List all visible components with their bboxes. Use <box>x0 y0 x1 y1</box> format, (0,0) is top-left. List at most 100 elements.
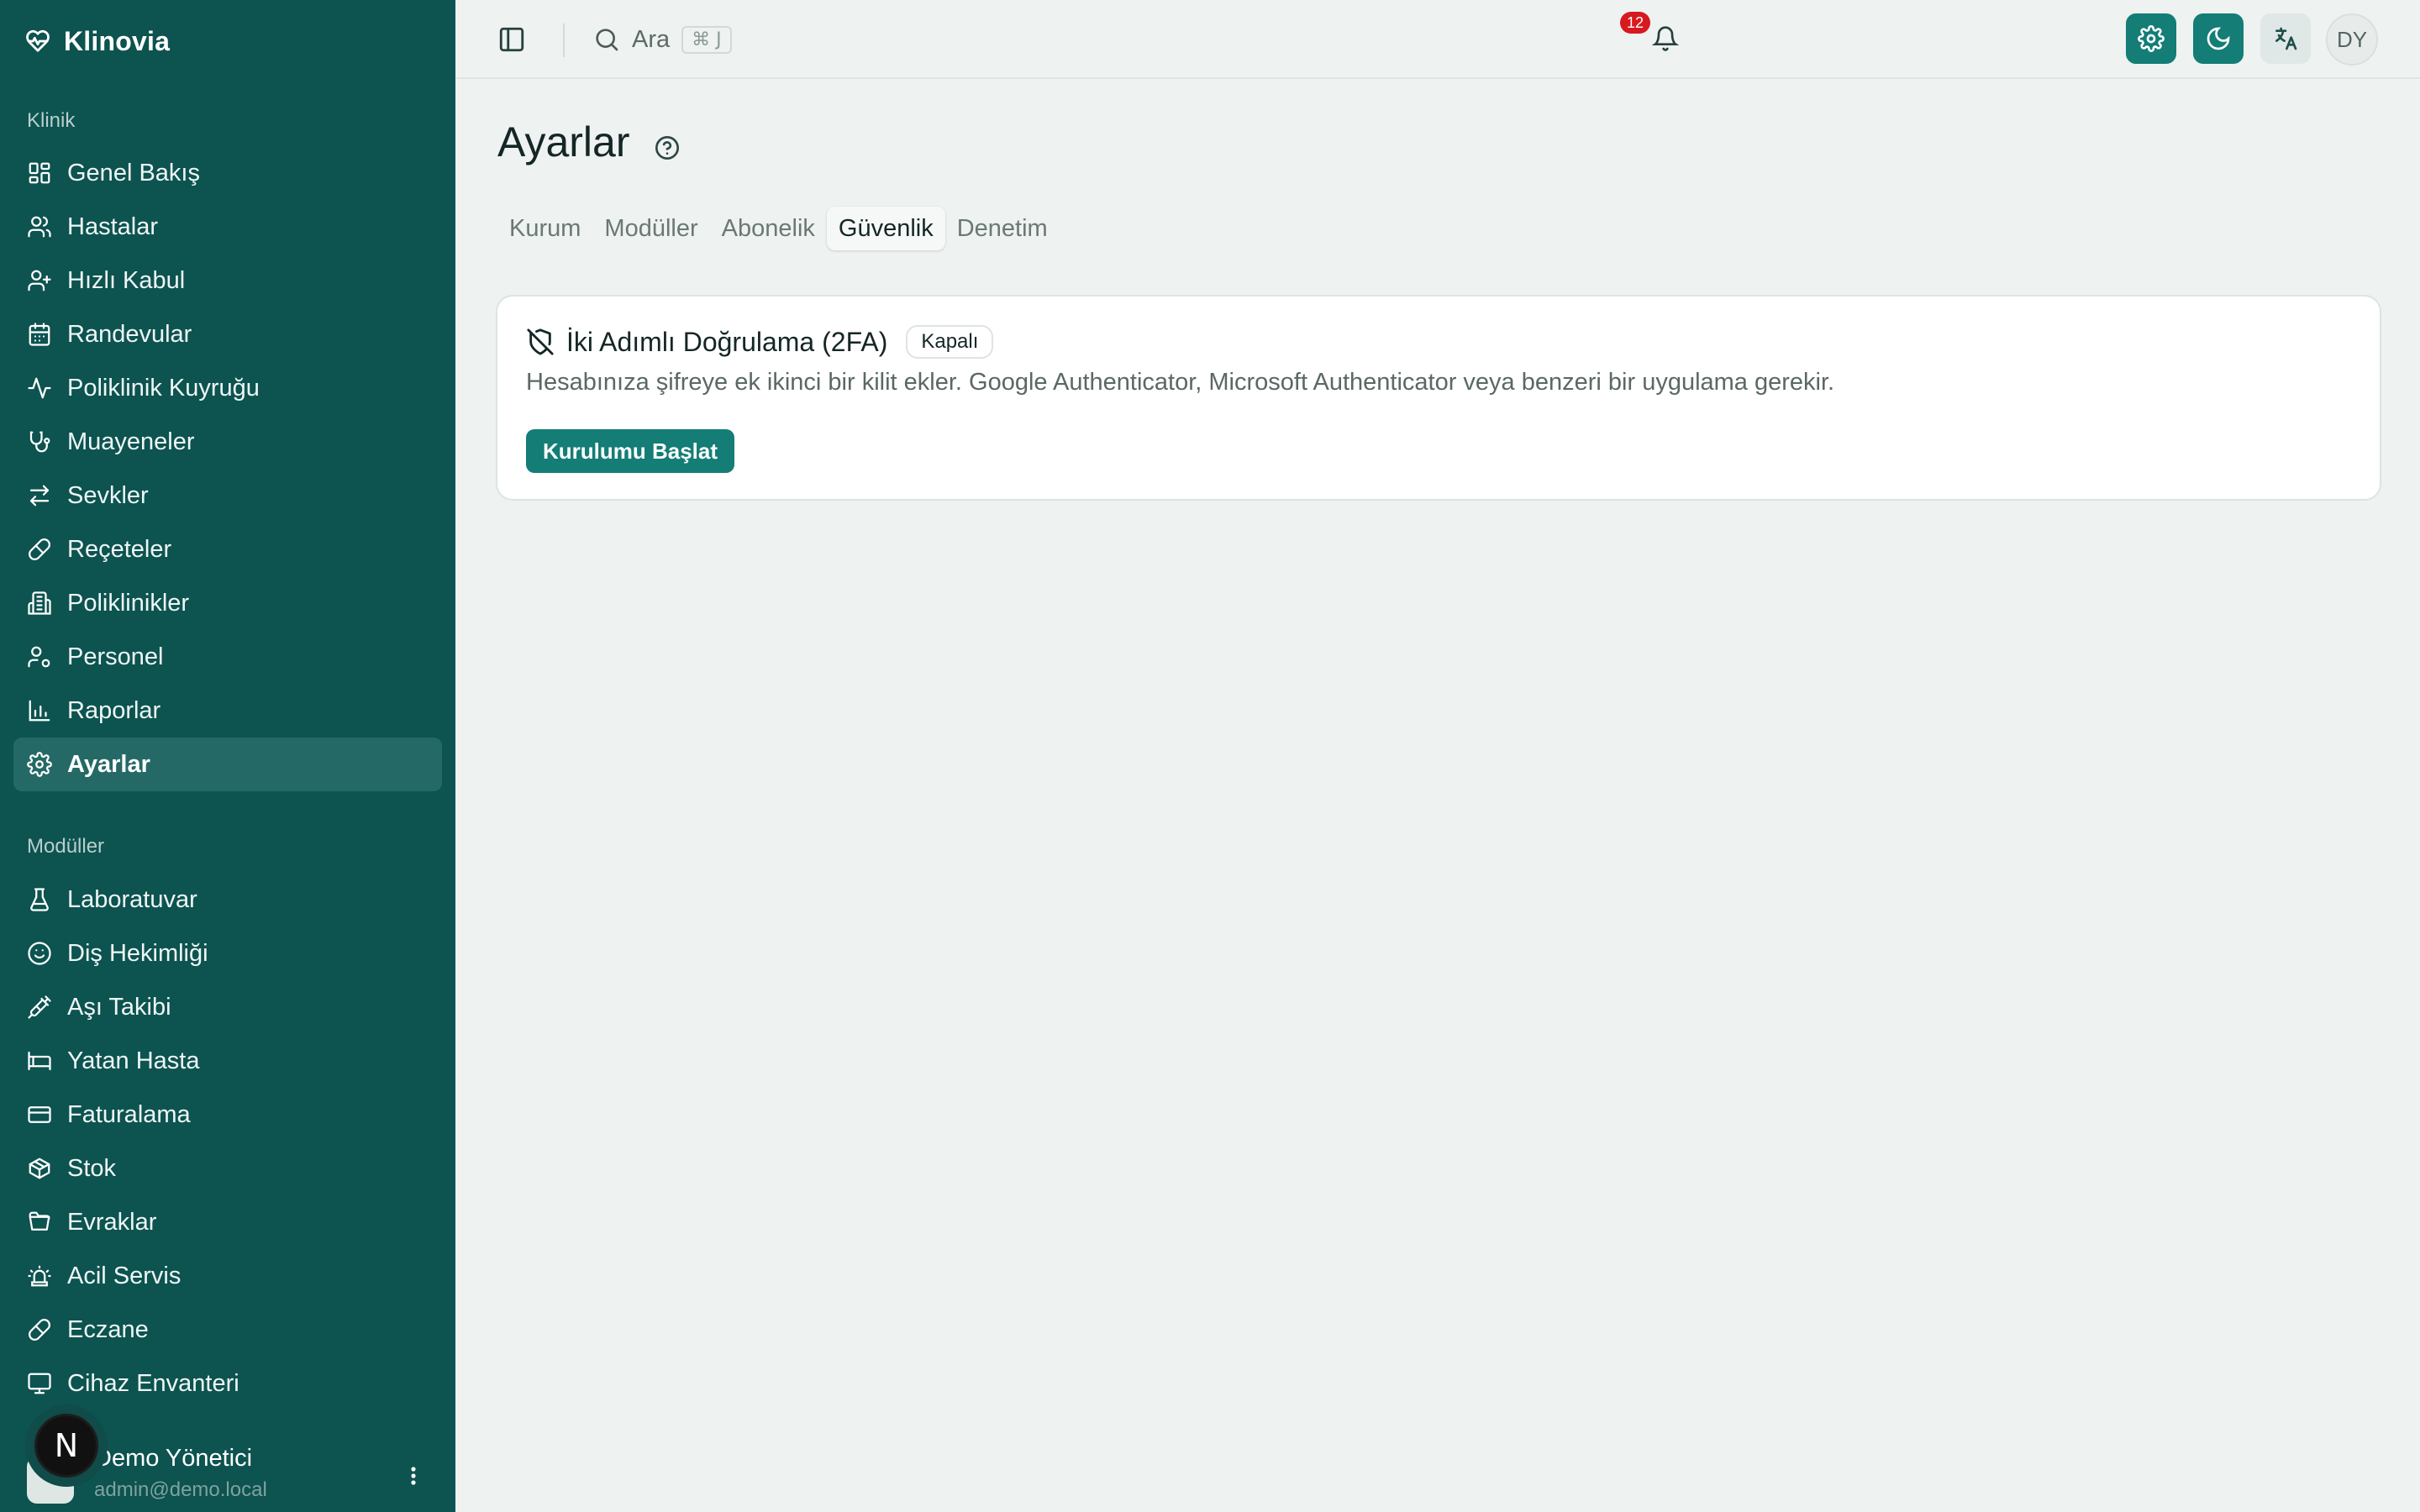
sidebar-item-label: Raporlar <box>67 696 161 724</box>
nav-moduller: Laboratuvar Diş Hekimliği Aşı Takibi Yat… <box>13 873 442 1410</box>
moon-icon <box>2207 27 2230 50</box>
avatar-initials: DY <box>2336 26 2368 52</box>
sidebar-item-label: Diş Hekimliği <box>67 939 208 967</box>
user-email: admin@demo.local <box>94 1478 267 1501</box>
flask-icon <box>30 888 49 911</box>
bell-icon <box>1652 26 1679 51</box>
search-icon <box>596 29 618 51</box>
sidebar-item-label: Sevkler <box>67 481 149 509</box>
framework-badge-letter: N <box>54 1427 79 1464</box>
monitor-icon <box>28 1373 51 1394</box>
sidebar-item-faturalama[interactable]: Faturalama <box>13 1088 442 1142</box>
sidebar-item-label: Acil Servis <box>67 1262 182 1289</box>
tab-guvenlik[interactable]: Güvenlik <box>826 207 945 250</box>
sidebar-item-yatan-hasta[interactable]: Yatan Hasta <box>13 1034 442 1088</box>
sidebar-item-eczane[interactable]: Eczane <box>13 1303 442 1357</box>
status-badge: Kapalı <box>906 325 994 359</box>
pill-icon <box>29 538 50 560</box>
users-icon <box>28 216 51 238</box>
sidebar-item-raporlar[interactable]: Raporlar <box>13 684 442 738</box>
sidebar-item-dis-hekimligi[interactable]: Diş Hekimliği <box>13 927 442 980</box>
tab-kurum[interactable]: Kurum <box>497 207 592 250</box>
sidebar-item-label: Laboratuvar <box>67 885 197 913</box>
sidebar-item-evraklar[interactable]: Evraklar <box>13 1195 442 1249</box>
sidebar-item-label: Reçeteler <box>67 535 172 563</box>
sidebar-item-hizli-kabul[interactable]: Hızlı Kabul <box>13 254 442 307</box>
sidebar-item-label: Aşı Takibi <box>67 993 171 1021</box>
framework-devtools-button[interactable]: N <box>25 1404 108 1487</box>
sidebar-item-label: Yatan Hasta <box>67 1047 200 1074</box>
tab-moduller[interactable]: Modüller <box>592 207 709 250</box>
bar-chart-icon <box>29 700 50 722</box>
sidebar-toggle-icon[interactable] <box>497 25 526 54</box>
sidebar-item-label: Genel Bakış <box>67 159 200 186</box>
siren-icon <box>28 1265 51 1287</box>
gear-icon <box>2138 25 2165 52</box>
notification-count-badge: 12 <box>1620 12 1651 34</box>
gear-icon <box>27 752 52 777</box>
sidebar-item-poliklinikler[interactable]: Poliklinikler <box>13 576 442 630</box>
activity-icon <box>28 377 51 399</box>
sidebar-item-label: Hızlı Kabul <box>67 266 186 294</box>
start-setup-button[interactable]: Kurulumu Başlat <box>526 429 735 473</box>
group-label-klinik: Klinik <box>27 109 76 132</box>
sidebar-item-ayarlar[interactable]: Ayarlar <box>13 738 442 791</box>
user-name: Demo Yönetici <box>94 1445 253 1472</box>
settings-button[interactable] <box>2126 13 2176 64</box>
heart-pulse-icon <box>26 29 50 52</box>
sidebar-item-label: Ayarlar <box>67 750 150 778</box>
pill-icon <box>29 1319 50 1341</box>
sidebar-item-laboratuvar[interactable]: Laboratuvar <box>13 873 442 927</box>
folder-icon <box>29 1211 50 1231</box>
sidebar-item-asi-takibi[interactable]: Aşı Takibi <box>13 980 442 1034</box>
card-description: Hesabınıza şifreye ek ikinci bir kilit e… <box>526 369 1835 396</box>
building-icon <box>28 591 51 615</box>
sidebar-item-hastalar[interactable]: Hastalar <box>13 200 442 254</box>
sidebar: Klinovia Klinik Genel Bakış Hastalar Hız… <box>0 0 455 1512</box>
tab-denetim[interactable]: Denetim <box>945 207 1060 250</box>
user-avatar-button[interactable]: DY <box>2326 13 2378 66</box>
bed-icon <box>28 1051 51 1071</box>
more-vertical-icon[interactable] <box>403 1462 424 1490</box>
sidebar-item-label: Stok <box>67 1154 117 1182</box>
sidebar-item-label: Hastalar <box>67 213 158 240</box>
user-plus-icon <box>28 270 51 291</box>
sidebar-item-label: Faturalama <box>67 1100 191 1128</box>
sidebar-item-genel-bakis[interactable]: Genel Bakış <box>13 146 442 200</box>
help-circle-icon[interactable] <box>654 134 681 161</box>
sidebar-item-stok[interactable]: Stok <box>13 1142 442 1195</box>
header-divider <box>563 24 565 57</box>
sidebar-item-personel[interactable]: Personel <box>13 630 442 684</box>
theme-toggle-button[interactable] <box>2193 13 2244 64</box>
credit-card-icon <box>28 1106 51 1123</box>
sidebar-item-label: Eczane <box>67 1315 149 1343</box>
sidebar-item-label: Poliklinikler <box>67 589 190 617</box>
sidebar-item-acil-servis[interactable]: Acil Servis <box>13 1249 442 1303</box>
sidebar-item-randevular[interactable]: Randevular <box>13 307 442 361</box>
tab-abonelik[interactable]: Abonelik <box>710 207 827 250</box>
sidebar-item-sevkler[interactable]: Sevkler <box>13 469 442 522</box>
search-shortcut: ⌘ J <box>681 25 732 54</box>
brand[interactable]: Klinovia <box>25 24 170 59</box>
search-trigger[interactable]: Ara ⌘ J <box>593 20 732 59</box>
sidebar-item-label: Personel <box>67 643 164 670</box>
app-name: Klinovia <box>64 25 171 56</box>
calendar-icon <box>29 323 50 346</box>
arrows-icon <box>29 485 50 507</box>
sidebar-item-muayeneler[interactable]: Muayeneler <box>13 415 442 469</box>
language-button[interactable] <box>2260 13 2311 64</box>
sidebar-item-label: Evraklar <box>67 1208 157 1236</box>
sidebar-item-cihaz-envanteri[interactable]: Cihaz Envanteri <box>13 1357 442 1410</box>
package-icon <box>29 1158 50 1179</box>
settings-tabs: Kurum Modüller Abonelik Güvenlik Denetim <box>497 207 1060 250</box>
smile-icon <box>28 942 51 965</box>
sidebar-item-label: Randevular <box>67 320 192 348</box>
sidebar-item-label: Cihaz Envanteri <box>67 1369 239 1397</box>
page-title: Ayarlar <box>497 118 630 165</box>
syringe-icon <box>28 995 51 1019</box>
search-label: Ara <box>632 25 671 53</box>
group-label-moduller: Modüller <box>27 835 105 858</box>
sidebar-item-poliklinik-kuyrugu[interactable]: Poliklinik Kuyruğu <box>13 361 442 415</box>
sidebar-item-receteler[interactable]: Reçeteler <box>13 522 442 576</box>
nav-klinik: Genel Bakış Hastalar Hızlı Kabul Randevu… <box>13 146 442 791</box>
